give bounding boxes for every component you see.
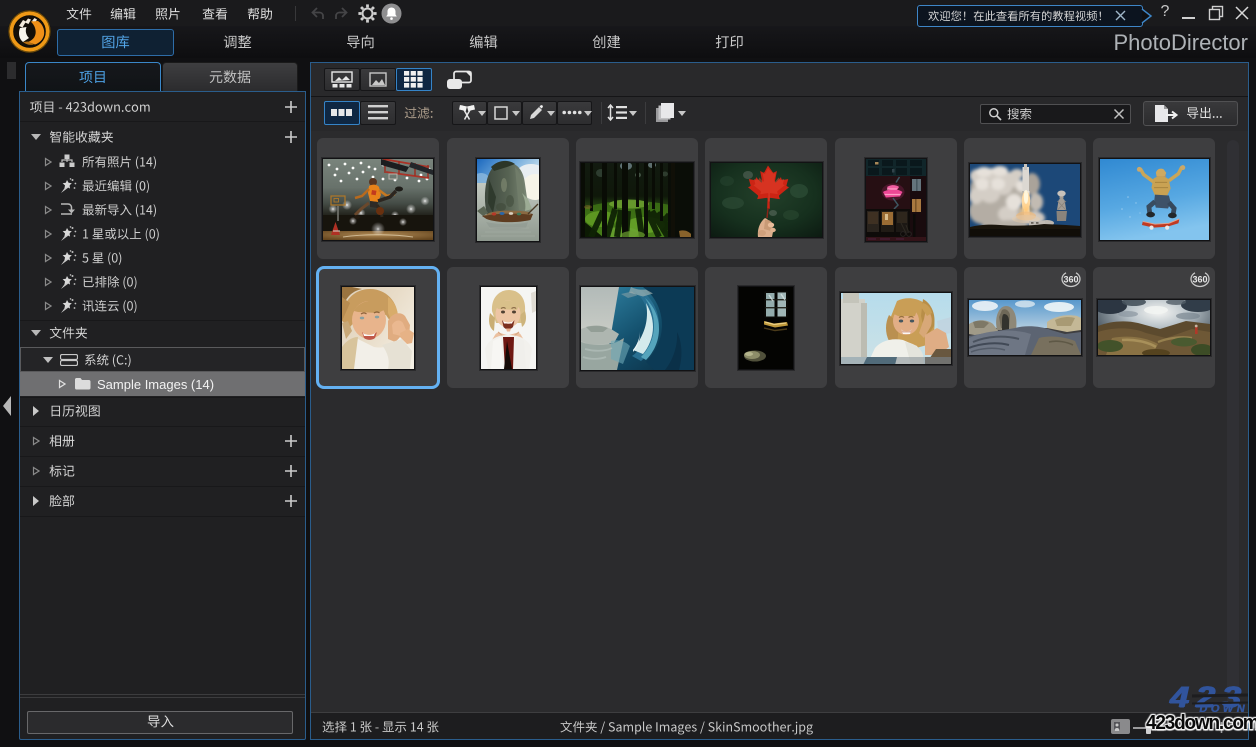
svg-text:360: 360 — [1192, 275, 1207, 285]
svg-text:360: 360 — [1063, 275, 1078, 285]
